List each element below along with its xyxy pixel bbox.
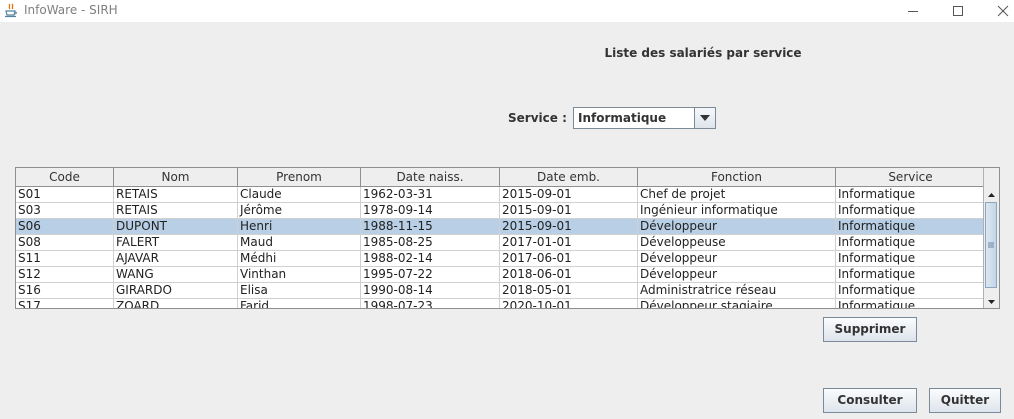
table-row[interactable]: S08 FALERT Maud 1985-08-25 2017-01-01 Dévelop… [16,235,985,251]
column-header-prenom[interactable]: Prenom [238,168,361,186]
close-icon [997,5,1009,17]
cell-service[interactable]: Informatique [836,283,985,299]
cell-service[interactable]: Informatique [836,235,985,251]
cell-nom[interactable]: ZOARD [114,299,238,308]
employees-table[interactable]: Code Nom Prenom Date naiss. Date emb. Fo… [15,167,1000,309]
cell-fonction[interactable]: Développeur [638,219,836,235]
maximize-icon [953,6,963,16]
cell-service[interactable]: Informatique [836,187,985,203]
cell-date-naiss[interactable]: 1995-07-22 [361,267,500,283]
cell-nom[interactable]: FALERT [114,235,238,251]
cell-service[interactable]: Informatique [836,299,985,308]
table-row[interactable]: S17 ZOARD Farid 1998-07-23 2020-10-01 Dévelop… [16,299,985,308]
cell-date-emb[interactable]: 2017-01-01 [500,235,638,251]
cell-fonction[interactable]: Chef de projet [638,187,836,203]
cell-code[interactable]: S06 [16,219,114,235]
cell-date-emb[interactable]: 2015-09-01 [500,219,638,235]
column-header-service[interactable]: Service [836,168,986,186]
consult-button[interactable]: Consulter [823,388,917,413]
cell-code[interactable]: S11 [16,251,114,267]
cell-code[interactable]: S03 [16,203,114,219]
cell-date-naiss[interactable]: 1998-07-23 [361,299,500,308]
cell-prenom[interactable]: Jérôme [238,203,361,219]
chevron-down-icon [700,115,710,121]
cell-code[interactable]: S16 [16,283,114,299]
scroll-up-button[interactable] [984,187,999,201]
cell-prenom[interactable]: Claude [238,187,361,203]
service-select[interactable]: Informatique [573,107,716,129]
cell-service[interactable]: Informatique [836,267,985,283]
table-row[interactable]: S03 RETAIS Jérôme 1978-09-14 2015-09-01 Ingén… [16,203,985,219]
cell-date-naiss[interactable]: 1985-08-25 [361,235,500,251]
cell-date-naiss[interactable]: 1988-11-15 [361,219,500,235]
cell-prenom[interactable]: Maud [238,235,361,251]
table-row[interactable]: S01 RETAIS Claude 1962-03-31 2015-09-01 Chef … [16,187,985,203]
cell-date-emb[interactable]: 2018-05-01 [500,283,638,299]
cell-date-emb[interactable]: 2017-06-01 [500,251,638,267]
table-row[interactable]: S16 GIRARDO Elisa 1990-08-14 2018-05-01 Admin… [16,283,985,299]
cell-date-naiss[interactable]: 1978-09-14 [361,203,500,219]
cell-date-emb[interactable]: 2015-09-01 [500,187,638,203]
cell-fonction[interactable]: Administratrice réseau [638,283,836,299]
delete-button[interactable]: Supprimer [823,317,917,342]
cell-fonction[interactable]: Ingénieur informatique [638,203,836,219]
cell-service[interactable]: Informatique [836,203,985,219]
grip-icon [988,242,994,248]
cell-nom[interactable]: RETAIS [114,187,238,203]
cell-code[interactable]: S08 [16,235,114,251]
cell-date-emb[interactable]: 2015-09-01 [500,203,638,219]
cell-fonction[interactable]: Développeur stagiaire [638,299,836,308]
chevron-up-icon [988,193,995,197]
minimize-button[interactable] [893,0,933,22]
cell-fonction[interactable]: Développeur [638,251,836,267]
cell-prenom[interactable]: Elisa [238,283,361,299]
table-row[interactable]: S12 WANG Vinthan 1995-07-22 2018-06-01 Dévelo… [16,267,985,283]
column-header-fonction[interactable]: Fonction [638,168,836,186]
cell-nom[interactable]: DUPONT [114,219,238,235]
cell-prenom[interactable]: Vinthan [238,267,361,283]
cell-nom[interactable]: WANG [114,267,238,283]
column-header-date-emb[interactable]: Date emb. [500,168,638,186]
cell-date-emb[interactable]: 2018-06-01 [500,267,638,283]
scroll-thumb[interactable] [985,202,997,288]
maximize-button[interactable] [938,0,978,22]
page-title: Liste des salariés par service [604,46,802,60]
table-header: Code Nom Prenom Date naiss. Date emb. Fo… [16,168,986,187]
cell-code[interactable]: S12 [16,267,114,283]
cell-nom[interactable]: GIRARDO [114,283,238,299]
minimize-icon [908,11,918,12]
table-body: S01 RETAIS Claude 1962-03-31 2015-09-01 Chef … [16,187,985,308]
quit-button[interactable]: Quitter [929,388,1001,413]
title-bar[interactable]: InfoWare - SIRH [0,0,1014,22]
cell-date-naiss[interactable]: 1990-08-14 [361,283,500,299]
column-header-date-naiss[interactable]: Date naiss. [361,168,500,186]
cell-prenom[interactable]: Médhi [238,251,361,267]
table-row[interactable]: S11 AJAVAR Médhi 1988-02-14 2017-06-01 Dévelo… [16,251,985,267]
cell-fonction[interactable]: Développeur [638,267,836,283]
window-title: InfoWare - SIRH [24,3,118,17]
service-select-value: Informatique [578,111,667,125]
cell-fonction[interactable]: Développeuse [638,235,836,251]
table-row[interactable]: S06 DUPONT Henri 1988-11-15 2015-09-01 Dévelo… [16,219,985,235]
cell-date-naiss[interactable]: 1962-03-31 [361,187,500,203]
cell-date-emb[interactable]: 2020-10-01 [500,299,638,308]
cell-code[interactable]: S01 [16,187,114,203]
scroll-down-button[interactable] [984,294,999,308]
cell-date-naiss[interactable]: 1988-02-14 [361,251,500,267]
java-cup-icon [4,3,18,18]
cell-code[interactable]: S17 [16,299,114,308]
column-header-nom[interactable]: Nom [114,168,238,186]
table-scrollbar[interactable] [983,168,999,308]
chevron-down-icon [988,300,995,304]
cell-prenom[interactable]: Farid [238,299,361,308]
cell-prenom[interactable]: Henri [238,219,361,235]
service-label: Service : [508,111,567,125]
cell-service[interactable]: Informatique [836,251,985,267]
service-dropdown-button[interactable] [694,108,715,128]
cell-nom[interactable]: RETAIS [114,203,238,219]
cell-nom[interactable]: AJAVAR [114,251,238,267]
column-header-code[interactable]: Code [16,168,114,186]
cell-service[interactable]: Informatique [836,219,985,235]
close-button[interactable] [983,0,1014,22]
